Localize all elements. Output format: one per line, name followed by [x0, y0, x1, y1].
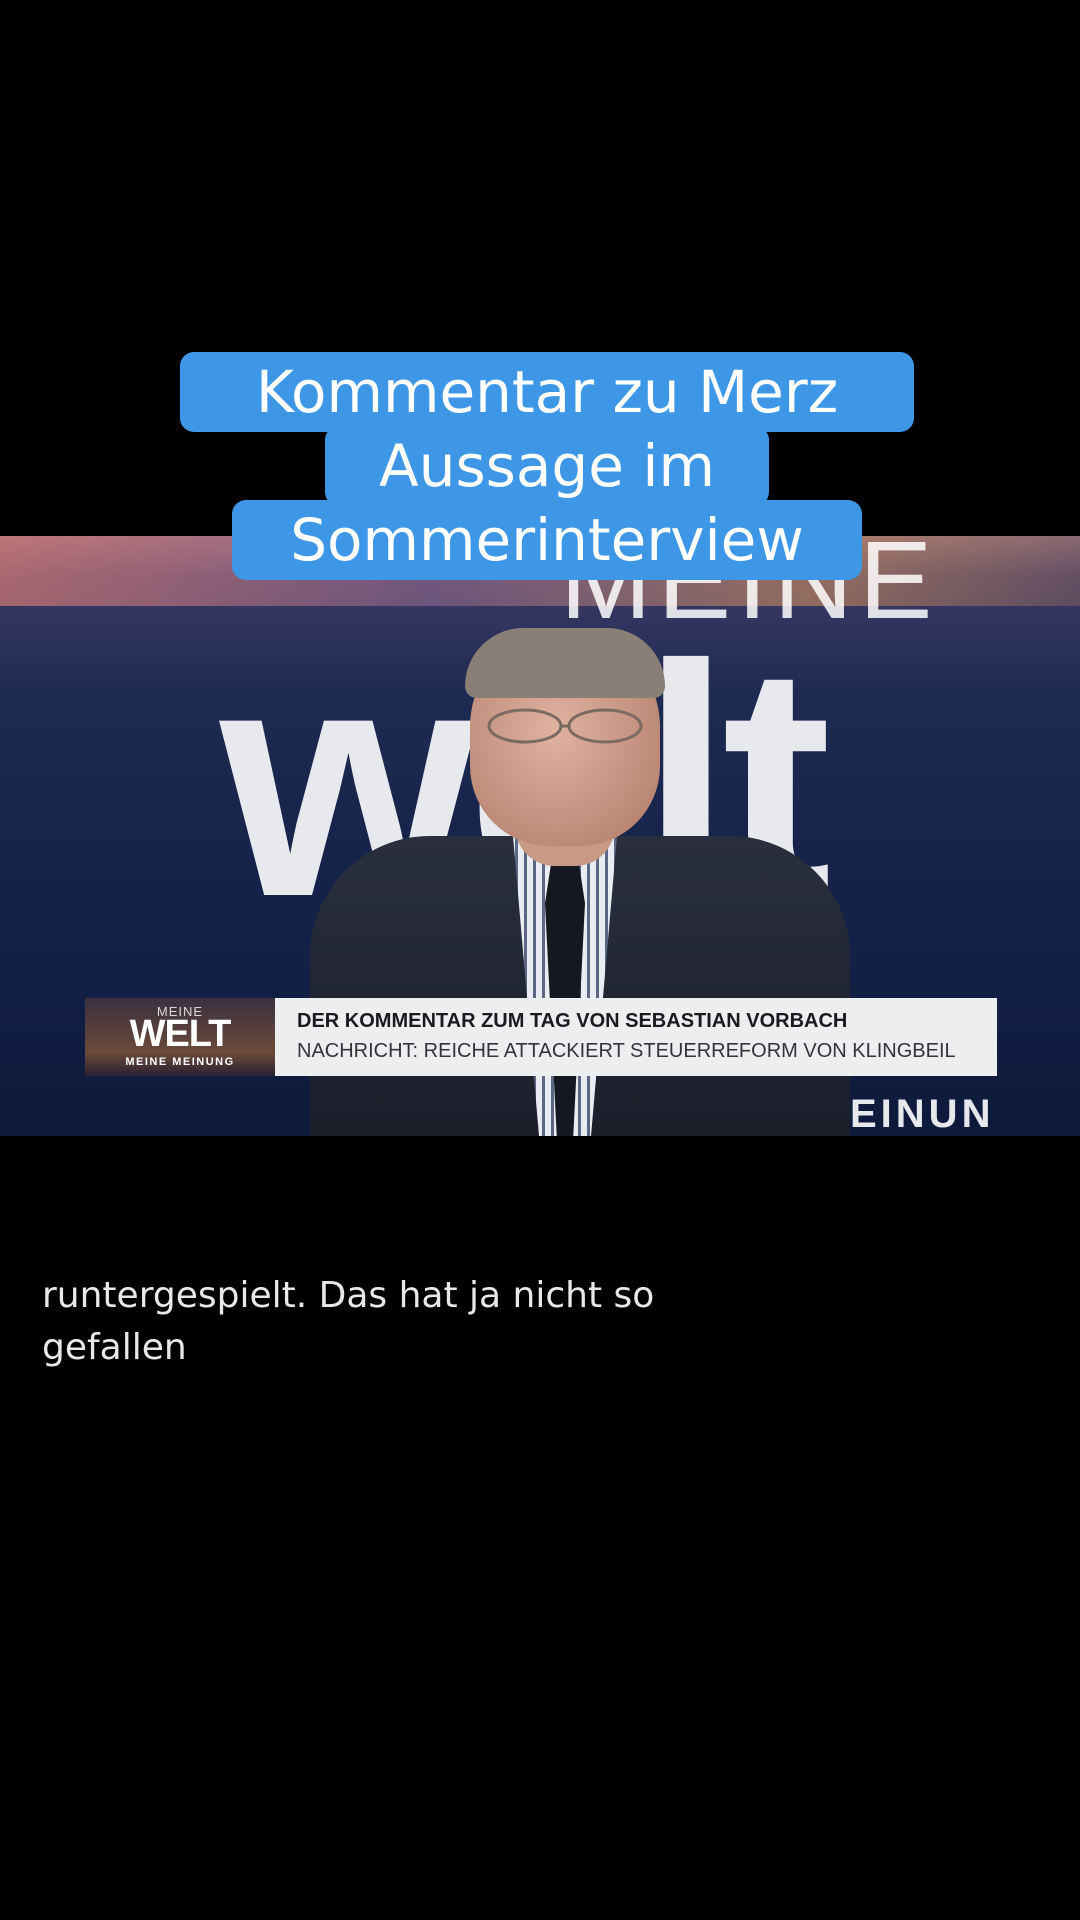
title-line-3: Sommerinterview: [232, 500, 862, 580]
welt-logo: MEINE WELT MEINE MEINUNG: [85, 998, 275, 1076]
logo-meinung-label: MEINE MEINUNG: [125, 1056, 235, 1068]
presenter-hair: [465, 628, 665, 698]
lower-third-headline: DER KOMMENTAR ZUM TAG VON SEBASTIAN VORB…: [297, 1010, 848, 1032]
title-line-2: Aussage im: [325, 426, 769, 506]
caption: runtergespielt. Das hat ja nicht so gefa…: [42, 1270, 742, 1374]
lower-third-text: DER KOMMENTAR ZUM TAG VON SEBASTIAN VORB…: [275, 998, 997, 1076]
glasses-icon: [487, 708, 643, 744]
lower-third: MEINE WELT MEINE MEINUNG DER KOMMENTAR Z…: [85, 998, 997, 1076]
video-frame[interactable]: MEINE welt EINUN MEINE WELT MEINE MEINUN…: [0, 536, 1080, 1136]
title-line-1: Kommentar zu Merz: [180, 352, 914, 432]
caption-line-2: gefallen: [42, 1327, 187, 1368]
lower-third-subline: NACHRICHT: REICHE ATTACKIERT STEUERREFOR…: [297, 1040, 956, 1062]
caption-line-1: runtergespielt. Das hat ja nicht so: [42, 1275, 655, 1316]
logo-welt-label: WELT: [129, 1013, 232, 1055]
background-meinung-text: EINUN: [850, 1092, 995, 1136]
